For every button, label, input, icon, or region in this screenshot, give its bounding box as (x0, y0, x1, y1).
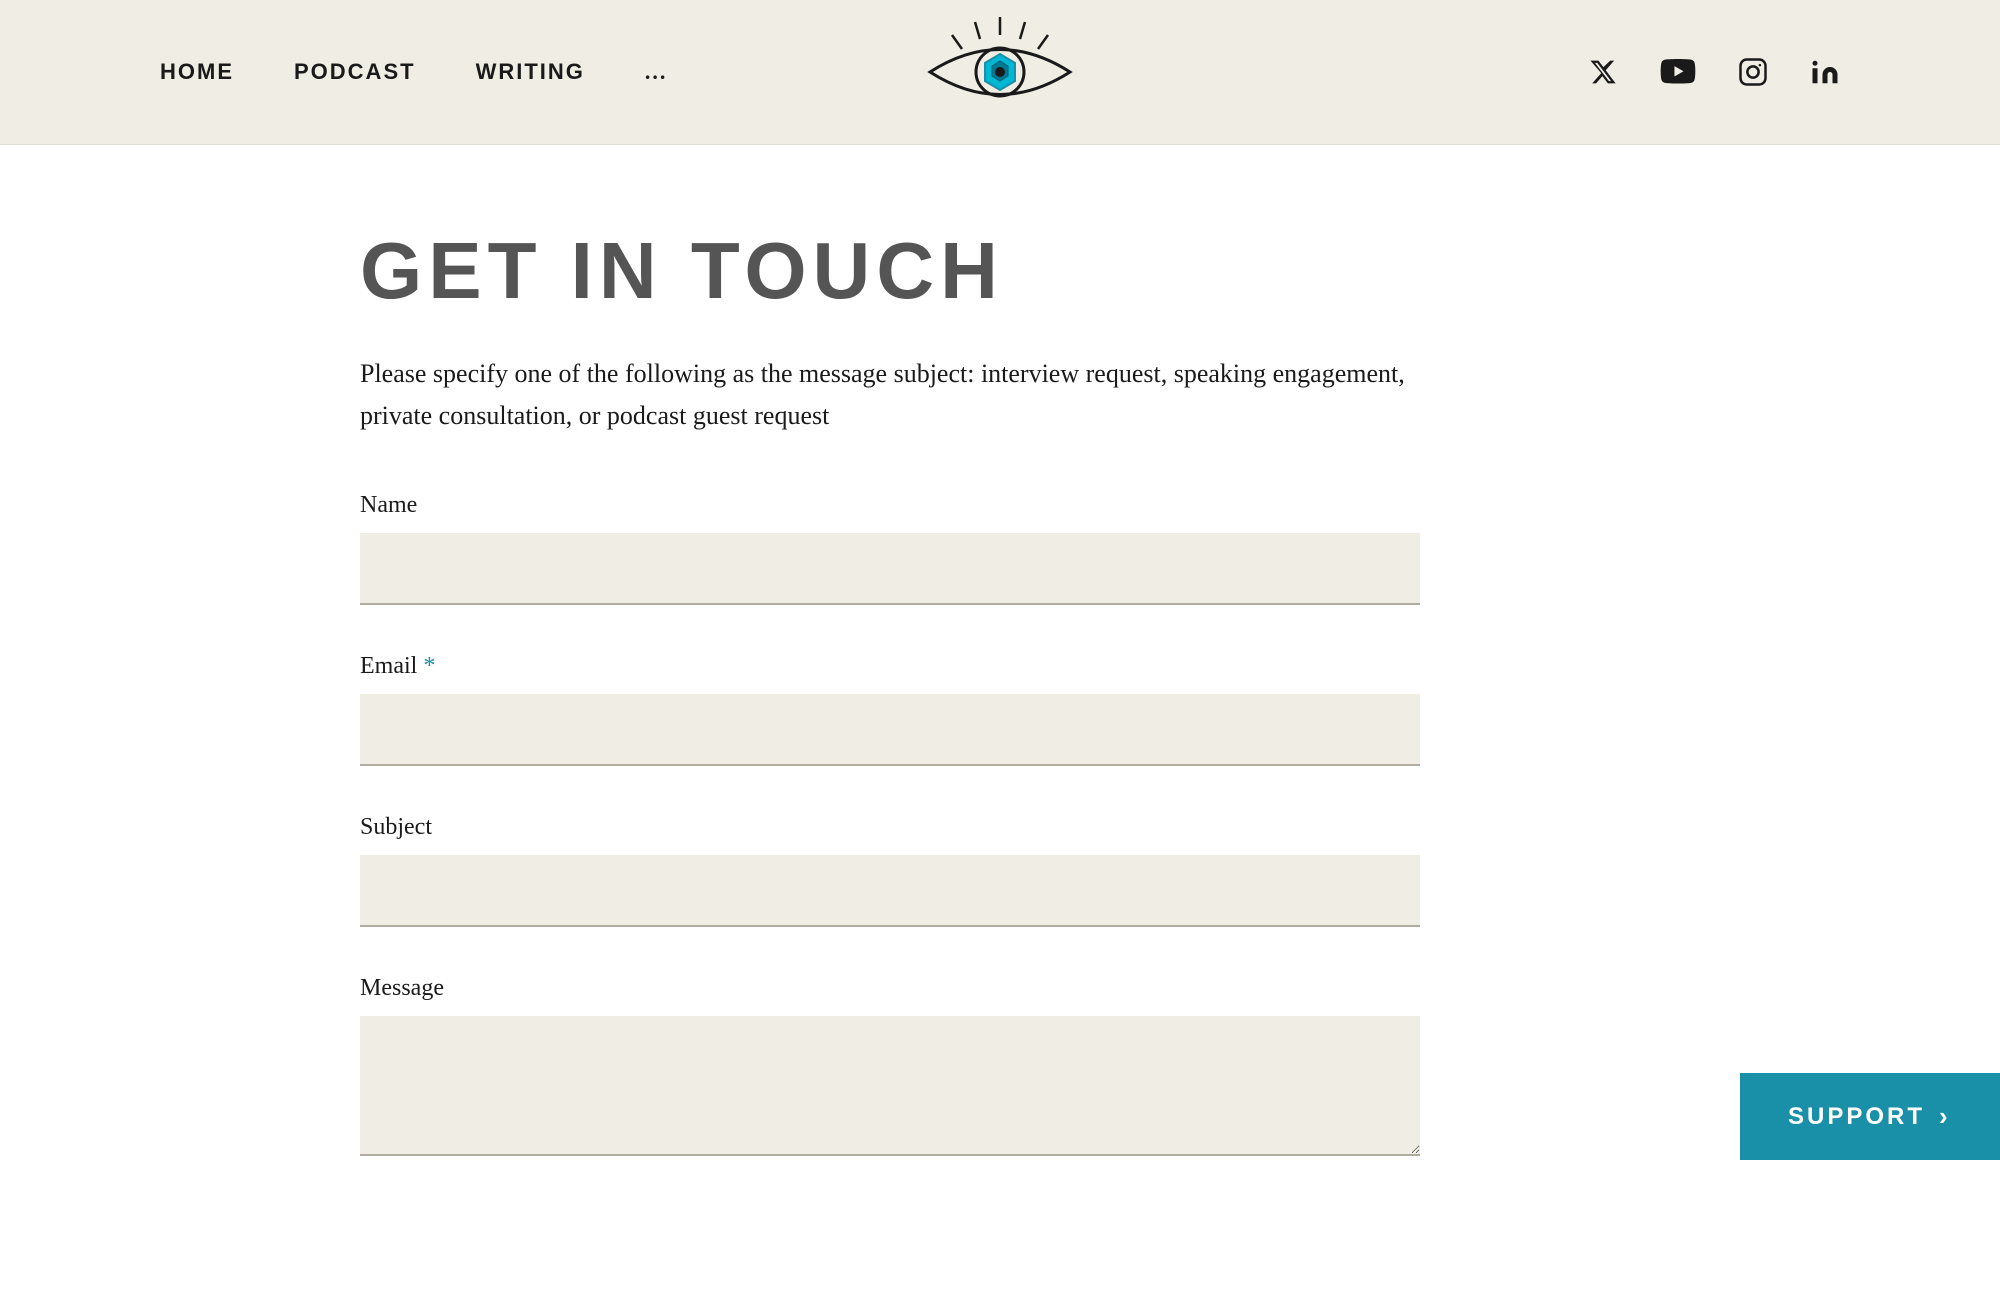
nav-more[interactable]: ... (645, 59, 668, 85)
nav-writing[interactable]: WRItinG (476, 59, 585, 85)
linkedin-icon[interactable] (1810, 57, 1840, 87)
message-textarea[interactable] (360, 1016, 1420, 1156)
message-label: Message (360, 975, 1420, 1002)
nav-left: HOME PODCAST WRItinG ... (160, 59, 667, 85)
subject-label: Subject (360, 814, 1420, 841)
page-description: Please specify one of the following as t… (360, 353, 1420, 436)
site-header: HOME PODCAST WRItinG ... (0, 0, 2000, 145)
form-group-subject: Subject (360, 814, 1420, 927)
youtube-icon[interactable] (1660, 59, 1696, 85)
social-icons (1588, 57, 1840, 87)
instagram-icon[interactable] (1738, 57, 1768, 87)
form-group-email: Email * (360, 653, 1420, 766)
twitter-icon[interactable] (1588, 58, 1618, 86)
site-logo[interactable] (920, 17, 1080, 127)
form-group-message: Message (360, 975, 1420, 1161)
support-button[interactable]: SUPPORT › (1740, 1073, 2000, 1160)
main-content: GET IN TOUCH Please specify one of the f… (0, 145, 2000, 1289)
form-group-name: Name (360, 492, 1420, 605)
nav-home[interactable]: HOME (160, 59, 234, 85)
name-input[interactable] (360, 533, 1420, 605)
page-title: GET IN TOUCH (360, 225, 1840, 317)
email-input[interactable] (360, 694, 1420, 766)
contact-form: Name Email * Subject Message (360, 492, 1420, 1161)
support-label: SUPPORT (1788, 1103, 1925, 1131)
subject-input[interactable] (360, 855, 1420, 927)
support-chevron-icon: › (1939, 1101, 1951, 1132)
nav-podcast[interactable]: PODCAST (294, 59, 416, 85)
required-indicator: * (423, 653, 435, 679)
name-label: Name (360, 492, 1420, 519)
email-label: Email * (360, 653, 1420, 680)
